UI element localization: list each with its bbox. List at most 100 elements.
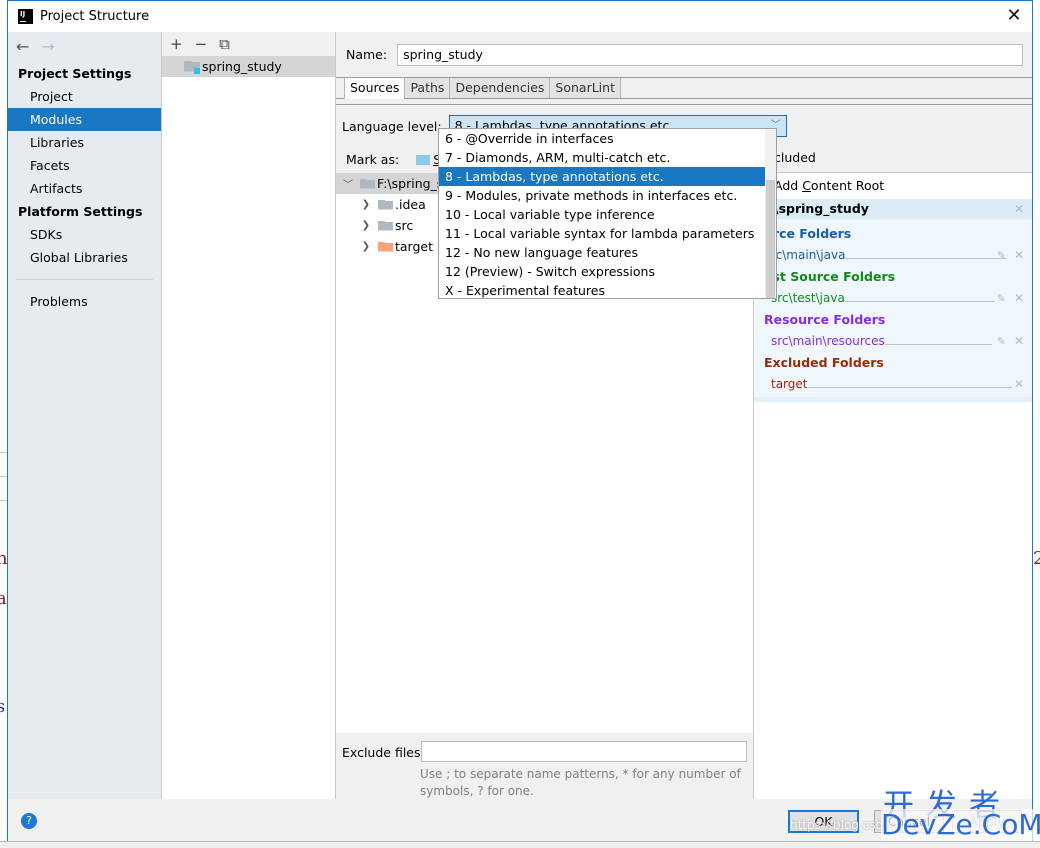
intellij-app-icon: IJ: [18, 9, 33, 24]
divider: [807, 387, 1012, 388]
add-icon[interactable]: +: [170, 35, 183, 53]
edit-pencil-icon[interactable]: ✎: [997, 249, 1006, 262]
source-folders-title: urce Folders: [764, 226, 852, 241]
remove-icon[interactable]: ✕: [1014, 291, 1024, 305]
content-root: \spring_study ✕ urce Folders rc\main\jav…: [754, 199, 1032, 402]
excluded-folder-icon: [378, 241, 393, 252]
dropdown-scrollbar[interactable]: [765, 129, 776, 298]
language-level-option[interactable]: 12 - No new language features: [439, 243, 766, 262]
add-content-root-button[interactable]: Add Content Root: [754, 173, 1032, 199]
tree-node-label: src: [395, 218, 414, 233]
resource-folders-title: Resource Folders: [764, 312, 886, 327]
module-tabs: Sources Paths Dependencies SonarLint: [336, 77, 1032, 99]
remove-root-icon[interactable]: ✕: [1014, 199, 1024, 219]
back-arrow-icon[interactable]: ←: [16, 37, 29, 56]
close-button[interactable]: ✕: [1002, 5, 1026, 27]
excluded-folders-title: Excluded Folders: [764, 355, 884, 370]
excluded-folder-entry: target ✕: [754, 372, 1032, 391]
close-icon: ✕: [1006, 5, 1022, 26]
exclude-files-row: Exclude files: Use ; to separate name pa…: [336, 733, 754, 800]
folder-path: rc\main\java: [771, 248, 846, 262]
test-folder-entry: src\test\java ✎ ✕: [754, 286, 1032, 305]
tab-paths[interactable]: Paths: [405, 78, 451, 98]
add-root-label-rest: ontent Root: [810, 178, 885, 193]
name-row: Name:: [336, 32, 1032, 77]
tree-node-label: target: [395, 239, 434, 254]
divider: [845, 258, 1008, 259]
edit-pencil-icon[interactable]: ✎: [997, 335, 1006, 348]
nav-item-libraries[interactable]: Libraries: [8, 131, 161, 154]
language-level-option[interactable]: 11 - Local variable syntax for lambda pa…: [439, 224, 766, 243]
folder-path: target: [771, 377, 808, 391]
remove-icon[interactable]: ✕: [1014, 248, 1024, 262]
language-level-option[interactable]: 12 (Preview) - Switch expressions: [439, 262, 766, 281]
language-level-label: Language level:: [342, 118, 442, 134]
remove-icon[interactable]: ✕: [1014, 377, 1024, 391]
language-level-option-selected[interactable]: 8 - Lambdas, type annotations etc.: [439, 167, 766, 186]
nav-item-problems[interactable]: Problems: [8, 290, 161, 313]
language-level-option[interactable]: 7 - Diamonds, ARM, multi-catch etc.: [439, 148, 766, 167]
language-level-option[interactable]: 9 - Modules, private methods in interfac…: [439, 186, 766, 205]
nav-item-global-libraries[interactable]: Global Libraries: [8, 246, 161, 269]
background-window-right: 2: [1033, 0, 1040, 848]
language-level-option[interactable]: 6 - @Override in interfaces: [439, 129, 766, 148]
chevron-right-icon[interactable]: ❯: [358, 241, 374, 252]
tab-dependencies[interactable]: Dependencies: [450, 78, 551, 98]
tree-root-label: F:\spring_s: [377, 176, 444, 191]
background-text: s: [0, 696, 6, 717]
remove-icon[interactable]: −: [195, 35, 208, 53]
forward-arrow-icon[interactable]: →: [41, 37, 54, 56]
nav-item-project[interactable]: Project: [8, 85, 161, 108]
folder-path: src\test\java: [771, 291, 845, 305]
content-roots-panel: Add Content Root \spring_study ✕ urce Fo…: [754, 173, 1032, 800]
source-folder-entry: rc\main\java ✎ ✕: [754, 243, 1032, 262]
mark-as-excluded-button[interactable]: cluded: [754, 141, 1032, 173]
edit-pencil-icon[interactable]: ✎: [997, 292, 1006, 305]
exclude-files-label: Exclude files:: [342, 745, 425, 760]
module-item[interactable]: spring_study: [162, 56, 335, 77]
nav-item-sdks[interactable]: SDKs: [8, 223, 161, 246]
excluded-label: cluded: [774, 150, 816, 165]
language-level-option[interactable]: X - Experimental features: [439, 281, 766, 300]
scrollbar-thumb[interactable]: [766, 180, 775, 298]
content-root-path: \spring_study: [774, 201, 869, 216]
add-root-label: Add: [774, 178, 803, 193]
mark-as-label: Mark as:: [346, 152, 400, 167]
chevron-down-icon[interactable]: ﹀: [340, 176, 356, 191]
chevron-right-icon[interactable]: ❯: [358, 220, 374, 231]
settings-nav: ← → Project Settings Project Modules Lib…: [8, 32, 162, 799]
language-level-dropdown: 6 - @Override in interfaces 7 - Diamonds…: [438, 128, 777, 299]
title-bar: IJ Project Structure ✕: [8, 1, 1032, 32]
nav-item-facets[interactable]: Facets: [8, 154, 161, 177]
name-label: Name:: [346, 47, 388, 62]
divider: [844, 301, 995, 302]
platform-settings-heading: Platform Settings: [18, 204, 143, 219]
tab-sonarlint[interactable]: SonarLint: [550, 78, 621, 98]
chevron-right-icon[interactable]: ❯: [358, 199, 374, 210]
language-level-option[interactable]: 10 - Local variable type inference: [439, 205, 766, 224]
folder-icon: [378, 220, 393, 231]
help-icon[interactable]: ?: [21, 813, 37, 829]
module-list-panel: + − ⧉ spring_study: [162, 32, 336, 799]
nav-separator: [16, 279, 153, 280]
exclude-files-input[interactable]: [421, 741, 747, 762]
sources-folder-icon: [416, 154, 431, 165]
module-name-input[interactable]: [397, 43, 1024, 66]
project-settings-heading: Project Settings: [18, 66, 132, 81]
module-name: spring_study: [202, 59, 282, 74]
background-window-bottom: [0, 841, 1040, 848]
exclude-files-hint: Use ; to separate name patterns, * for a…: [420, 767, 741, 798]
folder-icon: [378, 199, 393, 210]
test-source-folders-title: est Source Folders: [764, 269, 896, 284]
nav-item-modules[interactable]: Modules: [8, 108, 161, 131]
project-structure-dialog: IJ Project Structure ✕ ← → Project Setti…: [7, 0, 1033, 841]
background-text: a: [0, 588, 7, 609]
folder-icon: [360, 178, 375, 189]
nav-item-artifacts[interactable]: Artifacts: [8, 177, 161, 200]
tree-node-label: .idea: [395, 197, 426, 212]
tab-sources[interactable]: Sources: [344, 78, 406, 99]
copy-icon[interactable]: ⧉: [219, 35, 230, 53]
nav-arrows: ← →: [8, 32, 161, 60]
module-toolbar: + − ⧉: [162, 32, 335, 56]
remove-icon[interactable]: ✕: [1014, 334, 1024, 348]
